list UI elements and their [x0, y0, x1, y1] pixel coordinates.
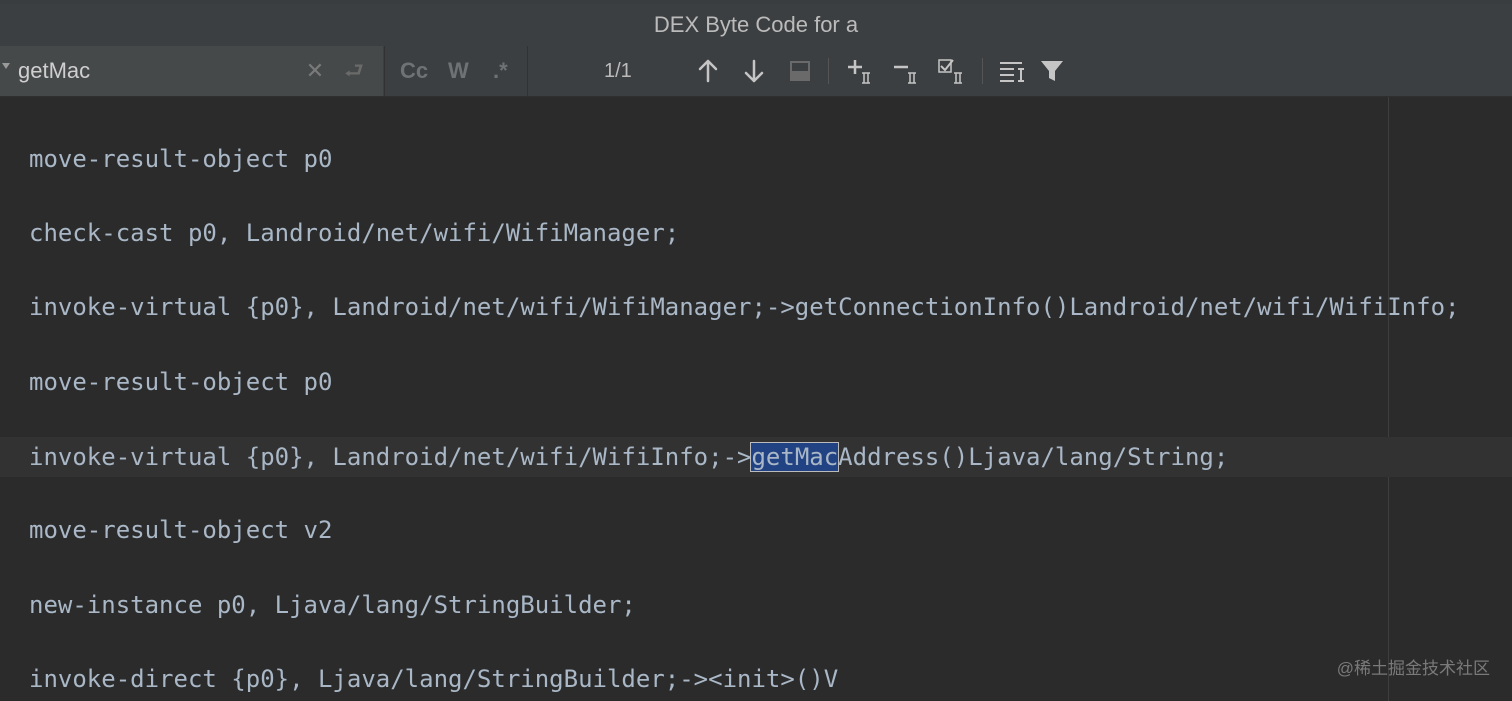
arrow-up-icon [698, 59, 718, 83]
next-occurrence-button[interactable] [738, 55, 770, 87]
arrow-down-icon [744, 59, 764, 83]
search-input[interactable] [18, 56, 288, 86]
code-line-highlighted[interactable]: invoke-virtual {p0}, Landroid/net/wifi/W… [29, 439, 1228, 475]
select-all-matches-button[interactable] [936, 55, 968, 87]
code-line[interactable]: check-cast p0, Landroid/net/wifi/WifiMan… [29, 215, 679, 251]
text-lines-icon [1000, 62, 1024, 82]
window-title: DEX Byte Code for a [653, 12, 859, 37]
words-toggle[interactable]: W [448, 56, 469, 86]
search-history-dropdown-icon[interactable] [2, 63, 10, 69]
filter-icon [1041, 61, 1063, 81]
remove-occurrence-button[interactable] [890, 55, 922, 87]
watermark: @稀土掘金技术社区 [1336, 659, 1490, 678]
window-title-bar: DEX Byte Code for a [0, 4, 1512, 47]
code-line[interactable]: move-result-object v2 [29, 512, 332, 548]
select-all-occurrences-button[interactable] [784, 55, 816, 87]
search-match-highlight: getMac [750, 442, 840, 472]
search-options: Cc W .* [384, 46, 527, 96]
remove-selection-icon [894, 65, 916, 84]
find-toolbar: ✕ ⮐ Cc W .* 1/1 [0, 46, 1512, 97]
add-selection-icon [848, 60, 870, 84]
code-line[interactable]: invoke-direct {p0}, Ljava/lang/StringBui… [29, 661, 838, 697]
regex-toggle[interactable]: .* [493, 56, 508, 86]
code-line[interactable]: new-instance p0, Ljava/lang/StringBuilde… [29, 587, 636, 623]
toolbar-separator [982, 58, 983, 84]
code-line[interactable]: invoke-virtual {p0}, Landroid/net/wifi/W… [29, 289, 1459, 325]
code-segment: invoke-virtual {p0}, Landroid/net/wifi/W… [29, 443, 752, 471]
code-line[interactable]: move-result-object p0 [29, 141, 332, 177]
return-icon[interactable]: ⮐ [342, 56, 366, 86]
code-segment: Address()Ljava/lang/String; [838, 443, 1229, 471]
toolbar-separator [828, 58, 829, 84]
filter-button[interactable] [1036, 55, 1068, 87]
search-results-toolbar: 1/1 [527, 46, 1512, 96]
select-all-icon [790, 61, 810, 81]
match-case-toggle[interactable]: Cc [400, 56, 428, 86]
code-editor[interactable]: move-result-object p0 check-cast p0, Lan… [0, 97, 1512, 701]
previous-occurrence-button[interactable] [692, 55, 724, 87]
close-icon[interactable]: ✕ [304, 56, 326, 86]
checkbox-selection-icon [938, 59, 962, 84]
right-margin-guide [1388, 97, 1389, 701]
match-count: 1/1 [604, 60, 632, 82]
code-line[interactable]: move-result-object p0 [29, 364, 332, 400]
filter-results-button[interactable] [996, 55, 1028, 87]
search-field: ✕ ⮐ [0, 46, 383, 96]
add-occurrence-button[interactable] [844, 55, 876, 87]
